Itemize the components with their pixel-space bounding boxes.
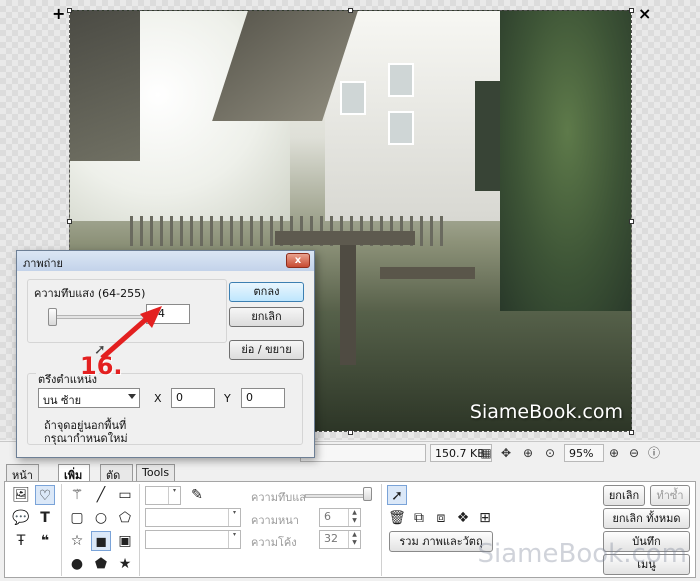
resize-handle[interactable] xyxy=(348,430,353,435)
circle-icon[interactable]: ○ xyxy=(91,508,111,528)
eyedropper-icon[interactable]: ✎ xyxy=(187,485,207,505)
photo-window xyxy=(388,111,414,145)
resize-button[interactable]: ย่อ / ขยาย xyxy=(229,340,304,360)
group-icon[interactable]: ❖ xyxy=(453,508,473,528)
opacity-slider-thumb[interactable] xyxy=(363,487,372,501)
line-icon[interactable]: ╱ xyxy=(91,485,111,505)
x-value: 0 xyxy=(176,391,183,404)
note-line-2: กรุณากำหนดใหม่ xyxy=(44,432,128,445)
tab-crop[interactable]: ตัดภาพ xyxy=(100,464,133,500)
filled-pentagon-icon[interactable]: ⬟ xyxy=(91,554,111,574)
tab-home[interactable]: หน้าหลัก xyxy=(6,464,39,500)
actual-size-icon[interactable]: ⊕ xyxy=(520,445,536,461)
bring-front-icon[interactable]: ⧉ xyxy=(409,508,429,528)
x-input[interactable]: 0 xyxy=(171,388,215,408)
text-icon[interactable]: T xyxy=(35,508,55,528)
fit-screen-icon[interactable]: ✥ xyxy=(498,445,514,461)
photo-table-leg xyxy=(340,245,356,365)
filled-square-icon[interactable]: ◼ xyxy=(91,531,111,551)
y-value: 0 xyxy=(246,391,253,404)
x-label: X xyxy=(154,392,162,405)
y-label: Y xyxy=(224,392,231,405)
star-icon[interactable]: ☆ xyxy=(67,531,87,551)
tab-tools[interactable]: Tools xyxy=(136,464,176,481)
pointer-icon[interactable]: ➚ xyxy=(387,485,407,505)
move-handle-icon[interactable]: + xyxy=(52,4,65,23)
transparency-icon[interactable]: ▦ xyxy=(478,445,494,461)
info-icon[interactable]: ⓘ xyxy=(646,445,662,461)
heart-frame-icon[interactable]: ♡ xyxy=(35,485,55,505)
dialog-title: ภาพถ่าย xyxy=(17,251,314,271)
chevron-down-icon xyxy=(128,394,136,399)
opacity-label: ความทึบแส xyxy=(251,491,306,504)
position-select[interactable]: บน ซ้าย xyxy=(38,388,140,408)
image-icon[interactable]: 🖼 xyxy=(11,485,31,505)
position-group: ตรึงตำแหน่ง บน ซ้าย X 0 Y 0 ถ้าจุดอยู่นอ… xyxy=(27,370,303,445)
resize-handle[interactable] xyxy=(629,219,634,224)
delete-icon[interactable]: 🗑 xyxy=(387,508,407,528)
y-input[interactable]: 0 xyxy=(241,388,285,408)
layer-icon[interactable]: ⊞ xyxy=(475,508,495,528)
resize-handle[interactable] xyxy=(629,430,634,435)
close-object-icon[interactable]: × xyxy=(638,4,651,23)
resize-handle[interactable] xyxy=(629,8,634,13)
ribbon-panel: 🖼 ♡ 💬 T Ŧ ❝ ⚚ ╱ ▭ ▢ ○ ⬠ ☆ ◼ ▣ ● ⬟ ★ ▾ ✎ … xyxy=(4,481,696,578)
filled-circle-icon[interactable]: ● xyxy=(67,554,87,574)
quote-icon[interactable]: ❝ xyxy=(35,531,55,551)
zoom-out-icon[interactable]: ⊖ xyxy=(626,445,642,461)
opacity-slider[interactable] xyxy=(305,494,365,498)
filled-rounded-icon[interactable]: ▣ xyxy=(115,531,135,551)
zoom-in-icon[interactable]: ⊕ xyxy=(606,445,622,461)
magic-wand-icon[interactable]: ⚚ xyxy=(67,485,87,505)
photo-window xyxy=(388,63,414,97)
cancel-all-button[interactable]: ยกเลิก ทั้งหมด xyxy=(603,508,690,529)
photo-tree xyxy=(500,11,631,311)
zoom-fit-icon[interactable]: ⊙ xyxy=(542,445,558,461)
site-watermark: SiameBook.com xyxy=(477,539,688,569)
position-select-value: บน ซ้าย xyxy=(43,394,82,407)
resize-handle[interactable] xyxy=(67,219,72,224)
cancel-button[interactable]: ยกเลิก xyxy=(229,307,304,327)
thickness-input[interactable]: 6 ▲ ▼ xyxy=(319,508,361,527)
separator xyxy=(61,484,62,576)
step-label: 16. xyxy=(80,352,123,380)
photo-watermark: SiameBook.com xyxy=(469,401,623,423)
resize-handle[interactable] xyxy=(348,8,353,13)
fill-dropdown[interactable]: ▾ xyxy=(145,530,241,549)
color-picker[interactable]: ▾ xyxy=(145,486,181,505)
filled-star-icon[interactable]: ★ xyxy=(115,554,135,574)
speech-bubble-icon[interactable]: 💬 xyxy=(11,508,31,528)
pentagon-icon[interactable]: ⬠ xyxy=(115,508,135,528)
separator xyxy=(381,484,382,576)
resize-handle[interactable] xyxy=(67,8,72,13)
photo-bench xyxy=(380,267,475,279)
thickness-value: 6 xyxy=(324,510,331,523)
cancel-button[interactable]: ยกเลิก xyxy=(603,485,645,506)
separator xyxy=(139,484,140,576)
status-cell: 5 xyxy=(300,444,426,462)
tab-add-object[interactable]: เพิ่มวัตถุ xyxy=(58,464,90,500)
thickness-label: ความหนา xyxy=(251,514,299,527)
dialog-close-button[interactable]: x xyxy=(286,253,310,268)
curve-input[interactable]: 32 ▲ ▼ xyxy=(319,530,361,549)
opacity-slider-thumb[interactable] xyxy=(48,308,57,326)
text-style-icon[interactable]: Ŧ xyxy=(11,531,31,551)
curve-label: ความโค้ง xyxy=(251,536,297,549)
send-back-icon[interactable]: ⧈ xyxy=(431,508,451,528)
redo-button[interactable]: ทำซ้ำ xyxy=(650,485,690,506)
zoom-level[interactable]: 95% xyxy=(564,444,604,462)
rectangle-icon[interactable]: ▭ xyxy=(115,485,135,505)
style-dropdown[interactable]: ▾ xyxy=(145,508,241,527)
photo-roof-left xyxy=(70,11,140,161)
curve-value: 32 xyxy=(324,532,338,545)
rounded-rect-icon[interactable]: ▢ xyxy=(67,508,87,528)
photo-table xyxy=(275,231,415,245)
ok-button[interactable]: ตกลง xyxy=(229,282,304,302)
photo-window xyxy=(340,81,366,115)
